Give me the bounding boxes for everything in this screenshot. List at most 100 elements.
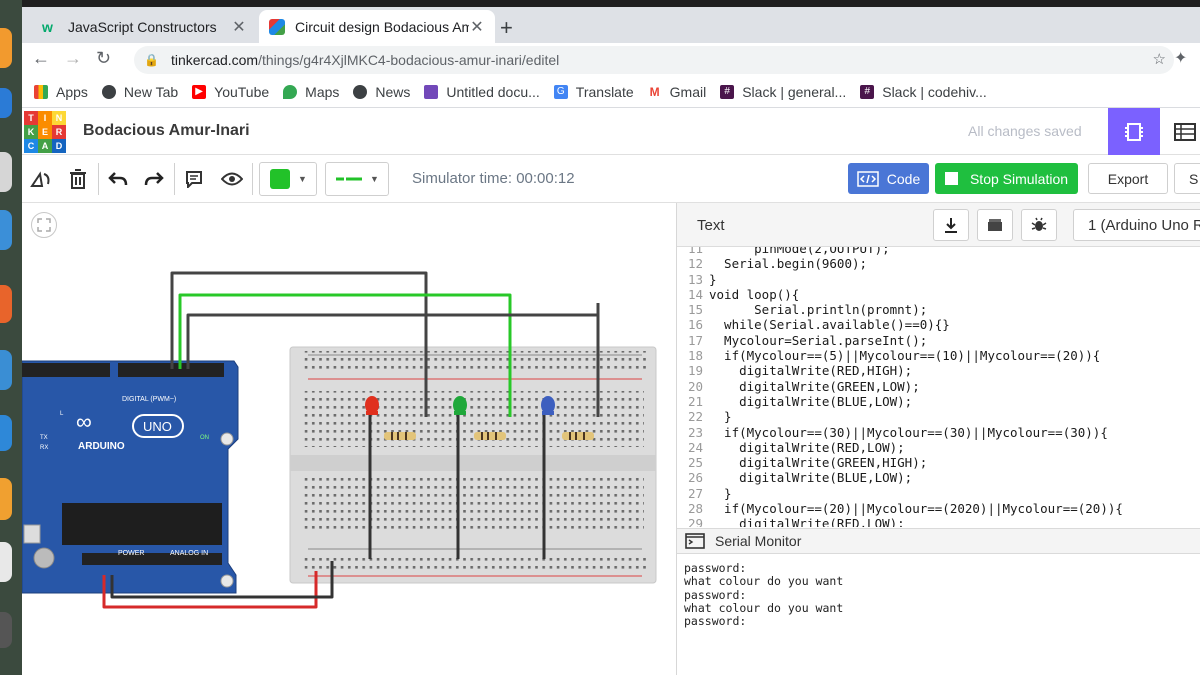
slack-icon: # [720, 84, 735, 99]
new-tab-button[interactable]: + [500, 15, 513, 41]
breadboard[interactable] [289, 346, 657, 584]
led-green[interactable] [453, 396, 467, 415]
eye-icon[interactable] [220, 167, 244, 191]
close-icon[interactable]: ✕ [231, 17, 247, 37]
libraries-button[interactable] [977, 209, 1013, 241]
code-button[interactable]: Code [848, 163, 929, 194]
circuit-view-button[interactable] [1108, 108, 1160, 155]
bookmark-slack-general[interactable]: # Slack | general... [720, 84, 846, 100]
project-title[interactable]: Bodacious Amur-Inari [83, 122, 250, 140]
bookmark-slack-codehive[interactable]: # Slack | codehiv... [860, 84, 987, 100]
dock-app-icon[interactable] [0, 152, 12, 192]
dock-app-icon[interactable] [0, 478, 12, 520]
dock-app-icon[interactable] [0, 210, 12, 250]
system-top-bar [22, 0, 1200, 7]
resistor[interactable] [474, 432, 506, 440]
reload-icon[interactable]: ↻ [96, 48, 111, 69]
led-blue[interactable] [541, 396, 555, 415]
back-arrow-icon[interactable]: ← [32, 48, 50, 69]
youtube-icon: ▶ [192, 84, 207, 99]
bookmark-label: Apps [56, 83, 88, 100]
line-number: 23 [687, 424, 703, 440]
bookmark-translate[interactable]: G Translate [553, 84, 634, 100]
dock-app-icon[interactable] [0, 350, 12, 390]
component-list-button[interactable] [1170, 108, 1200, 155]
digital-pins-label: DIGITAL (PWM~) [122, 396, 176, 403]
line-text: pinMode(2,OUTPUT); [709, 247, 890, 256]
code-line: 27 } [677, 486, 1200, 501]
bookmark-label: Maps [305, 83, 340, 100]
serial-line: password: [684, 587, 747, 602]
line-number: 19 [687, 363, 703, 379]
bookmark-youtube[interactable]: ▶ YouTube [192, 84, 269, 100]
bookmark-maps[interactable]: Maps [283, 84, 339, 100]
download-button[interactable] [933, 209, 969, 241]
rotate-icon[interactable] [29, 167, 53, 191]
undo-icon[interactable] [106, 167, 130, 191]
browser-nav-bar: ← → ↻ 🔒 tinkercad.com/things/g4r4XjlMKC4… [22, 43, 1200, 76]
code-lines: 11 pinMode(2,OUTPUT); 12 Serial.begin(960… [677, 247, 1200, 527]
resistor[interactable] [384, 432, 416, 440]
simulator-time: Simulator time: 00:00:12 [412, 170, 575, 187]
code-line: 17 Mycolour=Serial.parseInt(); [677, 333, 1200, 348]
code-line: 12 Serial.begin(9600); [677, 256, 1200, 271]
wire-type-picker[interactable]: ▼ [325, 162, 389, 196]
color-swatch [270, 169, 290, 189]
browser-tab-strip: w JavaScript Constructors ✕ Circuit desi… [22, 0, 1200, 43]
code-editor-header: Text 1 (Arduino Uno R3) [677, 203, 1200, 247]
w3schools-favicon-icon: w [42, 18, 53, 35]
code-line: 16 while(Serial.available()==0){} [677, 317, 1200, 332]
dock-app-icon[interactable] [0, 88, 12, 118]
circuit-canvas[interactable]: ON DIGITAL (PWM~) ARDUINO UNO ∞ POWER AN… [22, 203, 676, 675]
serial-monitor-header[interactable]: Serial Monitor [677, 528, 1200, 554]
export-button[interactable]: Export [1088, 163, 1168, 194]
tinkercad-logo[interactable]: T I N K E R C A D [24, 111, 66, 153]
svg-text:∞: ∞ [76, 409, 92, 434]
code-line: 24 digitalWrite(RED,LOW); [677, 440, 1200, 455]
tab-title: Circuit design Bodacious Amur-Inari [295, 18, 469, 35]
dock-app-icon[interactable] [0, 285, 12, 323]
redo-icon[interactable] [142, 167, 166, 191]
tab-circuit-design[interactable]: Circuit design Bodacious Amur-Inari ✕ [259, 10, 495, 43]
close-icon[interactable]: ✕ [469, 17, 485, 37]
bookmark-new-tab[interactable]: New Tab [101, 84, 178, 100]
logo-letter: I [38, 111, 52, 125]
board-select[interactable]: 1 (Arduino Uno R3) [1073, 209, 1200, 241]
led-red[interactable] [365, 396, 379, 415]
trash-icon[interactable] [66, 167, 90, 191]
address-bar[interactable]: 🔒 tinkercad.com/things/g4r4XjlMKC4-bodac… [134, 46, 1174, 74]
line-number: 14 [687, 286, 703, 302]
share-button[interactable]: S [1174, 163, 1200, 194]
code-line: 15 Serial.println(promnt); [677, 302, 1200, 317]
dock-app-icon[interactable] [0, 542, 12, 582]
bookmark-label: YouTube [214, 83, 270, 100]
resistor[interactable] [562, 432, 594, 440]
bookmark-gmail[interactable]: M Gmail [647, 84, 706, 100]
bookmark-untitled-doc[interactable]: Untitled docu... [424, 83, 540, 100]
dock-app-icon[interactable] [0, 415, 12, 451]
line-text: if(Mycolour==(20)||Mycolour==(2020)||Myc… [709, 501, 1123, 517]
dock-app-icon[interactable] [0, 28, 12, 68]
stop-simulation-button[interactable]: Stop Simulation [935, 163, 1078, 194]
bookmark-news[interactable]: News [353, 84, 410, 100]
forward-arrow-icon[interactable]: → [64, 48, 82, 69]
debugger-button[interactable] [1021, 209, 1057, 241]
bookmark-star-icon[interactable]: ☆ [1153, 50, 1166, 68]
logo-letter: T [24, 111, 38, 125]
bookmark-apps[interactable]: Apps [34, 84, 88, 100]
line-number: 24 [687, 439, 703, 455]
tab-javascript-constructors[interactable]: w JavaScript Constructors ✕ [32, 10, 257, 43]
note-icon[interactable] [182, 167, 206, 191]
code-editor[interactable]: 11 pinMode(2,OUTPUT); 12 Serial.begin(960… [677, 247, 1200, 527]
dock-app-icon[interactable] [0, 612, 12, 648]
line-number: 18 [687, 348, 703, 364]
arduino-uno-board[interactable]: ON DIGITAL (PWM~) ARDUINO UNO ∞ POWER AN… [22, 360, 239, 594]
code-line: 28 if(Mycolour==(20)||Mycolour==(2020)||… [677, 501, 1200, 516]
code-mode-select[interactable]: Text [677, 203, 917, 247]
extensions-puzzle-icon[interactable]: ✦ [1174, 48, 1187, 68]
save-status: All changes saved [968, 123, 1082, 139]
lock-icon: 🔒 [144, 53, 159, 67]
bookmark-label: Untitled docu... [446, 83, 540, 100]
wire-color-picker[interactable]: ▼ [259, 162, 317, 196]
logo-letter: N [52, 111, 66, 125]
